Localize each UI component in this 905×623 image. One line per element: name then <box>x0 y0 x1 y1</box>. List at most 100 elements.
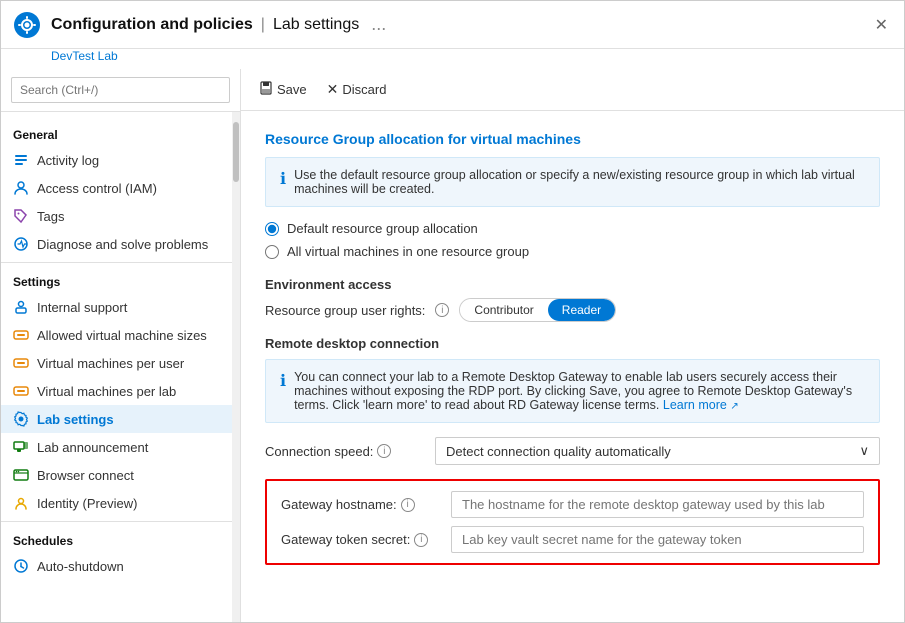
rdc-info-text: You can connect your lab to a Remote Des… <box>294 370 865 412</box>
radio-all-vms-input[interactable] <box>265 245 279 259</box>
browser-connect-icon <box>13 467 29 483</box>
resource-group-rights-info-icon[interactable]: i <box>435 303 449 317</box>
allowed-vm-sizes-icon <box>13 327 29 343</box>
radio-default-rg[interactable]: Default resource group allocation <box>265 221 880 236</box>
env-access-row: Resource group user rights: i Contributo… <box>265 298 880 322</box>
sidebar-item-access-control[interactable]: Access control (IAM) <box>1 174 232 202</box>
auto-shutdown-icon <box>13 558 29 574</box>
sidebar-item-lab-announcement[interactable]: Lab announcement <box>1 433 232 461</box>
tags-icon <box>13 208 29 224</box>
sidebar-scroll-area: General Activity log Access control (IAM… <box>1 112 240 622</box>
rdc-title: Remote desktop connection <box>265 336 880 351</box>
internal-support-icon <box>13 299 29 315</box>
save-icon <box>259 81 273 98</box>
app-icon <box>13 11 41 39</box>
sidebar-label-access-control: Access control (IAM) <box>37 181 220 196</box>
env-access-section: Environment access Resource group user r… <box>265 277 880 322</box>
contributor-toggle[interactable]: Contributor <box>460 299 547 321</box>
sidebar-label-browser-connect: Browser connect <box>37 468 220 483</box>
sidebar-item-tags[interactable]: Tags <box>1 202 232 230</box>
section-general: General <box>1 120 232 146</box>
info-icon: ℹ <box>280 169 286 189</box>
breadcrumb: DevTest Lab <box>1 49 904 69</box>
page-subtitle: Lab settings <box>273 16 359 34</box>
gateway-section: Gateway hostname: i Gateway token secret… <box>265 479 880 565</box>
content-area: Resource Group allocation for virtual ma… <box>241 111 904 622</box>
connection-speed-row: Connection speed: i Detect connection qu… <box>265 437 880 465</box>
activity-log-icon <box>13 152 29 168</box>
rdc-section: Remote desktop connection ℹ You can conn… <box>265 336 880 565</box>
sidebar-label-internal-support: Internal support <box>37 300 220 315</box>
sidebar-item-internal-support[interactable]: Internal support <box>1 293 232 321</box>
sidebar-label-identity: Identity (Preview) <box>37 496 220 511</box>
sidebar-label-allowed-vm-sizes: Allowed virtual machine sizes <box>37 328 220 343</box>
sidebar-item-vm-per-user[interactable]: Virtual machines per user <box>1 349 232 377</box>
rights-toggle-group: Contributor Reader <box>459 298 616 322</box>
lab-settings-icon <box>13 411 29 427</box>
gateway-hostname-input[interactable] <box>451 491 864 518</box>
sidebar-label-lab-settings: Lab settings <box>37 412 220 427</box>
sidebar-nav: General Activity log Access control (IAM… <box>1 112 232 622</box>
sidebar-item-browser-connect[interactable]: Browser connect <box>1 461 232 489</box>
sidebar-label-vm-per-user: Virtual machines per user <box>37 356 220 371</box>
radio-all-vms-label: All virtual machines in one resource gro… <box>287 244 529 259</box>
sidebar-scrollbar[interactable] <box>232 112 240 622</box>
sidebar-item-diagnose[interactable]: Diagnose and solve problems <box>1 230 232 258</box>
diagnose-icon <box>13 236 29 252</box>
sidebar-label-lab-announcement: Lab announcement <box>37 440 220 455</box>
identity-icon <box>13 495 29 511</box>
app-window: Configuration and policies | Lab setting… <box>0 0 905 623</box>
sidebar-divider-1 <box>1 262 232 263</box>
gateway-hostname-row: Gateway hostname: i <box>281 491 864 518</box>
env-access-title: Environment access <box>265 277 880 292</box>
gateway-token-value <box>451 526 864 553</box>
connection-speed-label: Connection speed: i <box>265 444 425 459</box>
title-separator: | <box>261 16 265 34</box>
sidebar-item-identity[interactable]: Identity (Preview) <box>1 489 232 517</box>
radio-all-vms[interactable]: All virtual machines in one resource gro… <box>265 244 880 259</box>
sidebar-divider-2 <box>1 521 232 522</box>
resource-group-rights-label: Resource group user rights: <box>265 303 425 318</box>
close-button[interactable]: ✕ <box>871 11 892 39</box>
search-input[interactable] <box>11 77 230 103</box>
gateway-token-input[interactable] <box>451 526 864 553</box>
connection-speed-value: Detect connection quality automatically … <box>435 437 880 465</box>
sidebar: General Activity log Access control (IAM… <box>1 69 241 622</box>
connection-speed-dropdown[interactable]: Detect connection quality automatically … <box>435 437 880 465</box>
resource-group-info-box: ℹ Use the default resource group allocat… <box>265 157 880 207</box>
sidebar-item-allowed-vm-sizes[interactable]: Allowed virtual machine sizes <box>1 321 232 349</box>
more-options-icon[interactable]: ... <box>371 14 386 35</box>
discard-icon: ✕ <box>327 81 339 98</box>
sidebar-scrollbar-thumb <box>233 122 239 182</box>
save-button[interactable]: Save <box>257 77 309 102</box>
connection-speed-info-icon[interactable]: i <box>377 444 391 458</box>
sidebar-label-activity-log: Activity log <box>37 153 220 168</box>
radio-default-rg-label: Default resource group allocation <box>287 221 478 236</box>
resource-group-title: Resource Group allocation for virtual ma… <box>265 131 880 147</box>
sidebar-item-auto-shutdown[interactable]: Auto-shutdown <box>1 552 232 580</box>
vm-per-lab-icon <box>13 383 29 399</box>
sidebar-label-diagnose: Diagnose and solve problems <box>37 237 220 252</box>
sidebar-label-vm-per-lab: Virtual machines per lab <box>37 384 220 399</box>
lab-announcement-icon <box>13 439 29 455</box>
reader-toggle[interactable]: Reader <box>548 299 615 321</box>
rdc-info-box: ℹ You can connect your lab to a Remote D… <box>265 359 880 423</box>
sidebar-item-lab-settings[interactable]: Lab settings <box>1 405 232 433</box>
sidebar-item-activity-log[interactable]: Activity log <box>1 146 232 174</box>
external-link-icon: ↗ <box>730 401 738 412</box>
gateway-hostname-info-icon[interactable]: i <box>401 498 415 512</box>
search-area <box>1 69 240 112</box>
toolbar: Save ✕ Discard <box>241 69 904 111</box>
sidebar-label-auto-shutdown: Auto-shutdown <box>37 559 220 574</box>
learn-more-link[interactable]: Learn more ↗ <box>663 398 739 412</box>
main-content: General Activity log Access control (IAM… <box>1 69 904 622</box>
gateway-token-info-icon[interactable]: i <box>414 533 428 547</box>
discard-button[interactable]: ✕ Discard <box>325 77 389 102</box>
sidebar-label-tags: Tags <box>37 209 220 224</box>
page-title: Configuration and policies <box>51 16 253 34</box>
radio-default-rg-input[interactable] <box>265 222 279 236</box>
right-panel: Save ✕ Discard Resource Group allocation… <box>241 69 904 622</box>
rdc-info-icon: ℹ <box>280 371 286 391</box>
sidebar-item-vm-per-lab[interactable]: Virtual machines per lab <box>1 377 232 405</box>
title-bar-main: Configuration and policies | Lab setting… <box>51 14 871 35</box>
